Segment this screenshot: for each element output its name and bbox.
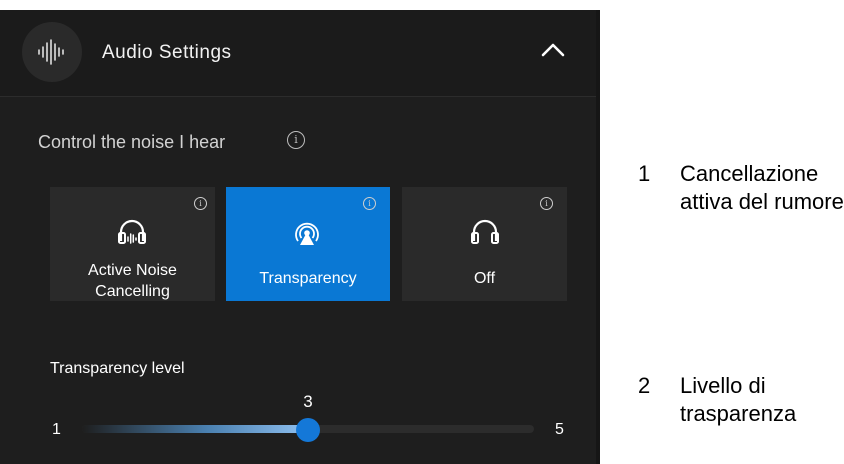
info-icon[interactable]: i: [540, 197, 553, 210]
transparency-level-label: Transparency level: [50, 360, 185, 377]
chevron-up-icon[interactable]: [540, 40, 566, 63]
slider-value: 3: [303, 392, 313, 411]
slider-thumb[interactable]: [296, 418, 320, 442]
mode-transparency[interactable]: i Transparency: [226, 187, 390, 301]
audio-wave-icon: [22, 22, 82, 82]
panel-divider: [596, 10, 600, 464]
panel-title: Audio Settings: [102, 42, 232, 63]
headphones-icon: [470, 219, 500, 250]
headphones-anc-icon: [117, 219, 147, 250]
callout-text: Livello di trasparenza: [680, 373, 797, 426]
callout-text: Cancellazione attiva del rumore: [680, 161, 844, 214]
mode-active-noise-cancelling[interactable]: i Active Noise Cancelling: [50, 187, 215, 301]
info-icon[interactable]: i: [194, 197, 207, 210]
callout-number: 1: [638, 161, 651, 186]
slider-fill: [82, 425, 308, 433]
info-icon[interactable]: i: [287, 131, 305, 149]
noise-control-label: Control the noise I hear: [38, 132, 226, 152]
callout-number: 2: [638, 373, 651, 398]
info-icon[interactable]: i: [363, 197, 376, 210]
mode-off[interactable]: i Off: [402, 187, 567, 301]
slider-min-label: 1: [52, 421, 61, 438]
mode-label: Off: [473, 270, 496, 287]
mode-label-line1: Active Noise: [88, 262, 177, 279]
mode-label: Transparency: [259, 270, 357, 287]
transparency-icon: [290, 219, 324, 254]
mode-label-line2: Cancelling: [95, 283, 170, 300]
panel-header[interactable]: Audio Settings: [0, 10, 600, 97]
slider-max-label: 5: [555, 421, 564, 438]
